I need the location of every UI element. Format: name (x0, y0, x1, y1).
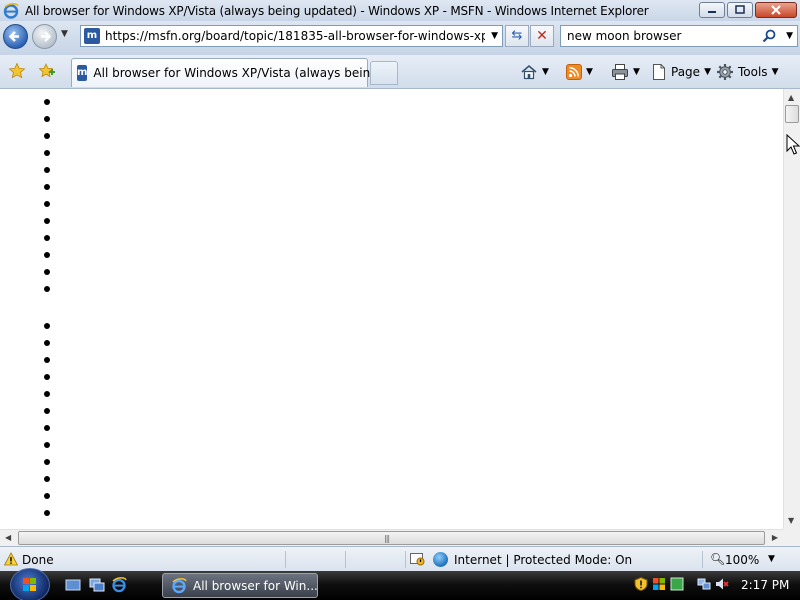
vertical-scroll-thumb[interactable] (785, 105, 799, 123)
forward-button[interactable] (32, 24, 57, 49)
scrollbar-corner (783, 529, 800, 546)
security-zone-text[interactable]: Internet | Protected Mode: On (454, 553, 632, 567)
site-favicon-icon: m (77, 65, 88, 81)
address-bar[interactable]: m https://msfn.org/board/topic/181835-al… (80, 25, 503, 47)
home-dropdown[interactable]: ▼ (542, 67, 549, 77)
tab-label: All browser for Windows XP/Vista (always… (93, 66, 394, 80)
command-bar: m All browser for Windows XP/Vista (alwa… (0, 55, 800, 89)
back-arrow-icon (8, 31, 19, 42)
page-icon (653, 64, 665, 80)
search-icon[interactable] (761, 28, 777, 44)
scroll-down-arrow-icon[interactable]: ▼ (788, 516, 794, 525)
mouse-cursor-icon (786, 134, 800, 155)
status-text: Done (22, 553, 54, 567)
home-button[interactable]: ▼ (520, 63, 549, 81)
page-menu[interactable]: Page ▼ (651, 63, 711, 81)
show-desktop-icon[interactable] (65, 577, 81, 593)
system-clock[interactable]: 2:17 PM (741, 578, 789, 592)
search-options-dropdown[interactable]: ▼ (786, 31, 793, 41)
feeds-button[interactable]: ▼ (566, 63, 593, 81)
status-divider (285, 551, 286, 568)
minimize-button[interactable] (699, 2, 725, 18)
windows-update-icon[interactable] (652, 577, 666, 591)
status-divider (405, 551, 406, 568)
windows-defender-icon[interactable] (670, 577, 684, 591)
print-icon (612, 64, 628, 80)
page-menu-label: Page (671, 65, 701, 79)
taskbar-window-label: All browser for Win... (193, 578, 318, 593)
navigation-bar: ▼ m https://msfn.org/board/topic/181835-… (0, 21, 800, 55)
search-box[interactable]: new moon browser ▼ (560, 25, 798, 47)
switch-windows-icon[interactable] (89, 577, 105, 593)
volume-muted-icon[interactable] (715, 577, 729, 591)
page-content (0, 89, 783, 529)
globe-icon (433, 552, 448, 567)
taskbar: All browser for Win... 2:17 PM (0, 568, 800, 600)
window-title: All browser for Windows XP/Vista (always… (25, 3, 649, 18)
forward-arrow-icon (41, 31, 52, 42)
taskbar-window-button[interactable]: All browser for Win... (162, 573, 318, 598)
tools-menu[interactable]: Tools ▼ (716, 63, 778, 81)
close-button[interactable] (755, 2, 797, 18)
status-bar: Done Internet | Protected Mode: On 🔍︎ 10… (0, 546, 800, 571)
address-dropdown[interactable]: ▼ (491, 31, 498, 41)
title-bar: All browser for Windows XP/Vista (always… (0, 0, 800, 21)
refresh-icon: ⇆ (511, 28, 523, 43)
search-input[interactable]: new moon browser (567, 29, 763, 43)
home-icon (521, 64, 537, 80)
window-controls (699, 2, 797, 18)
tools-dropdown[interactable]: ▼ (772, 67, 779, 77)
scroll-up-arrow-icon[interactable]: ▲ (788, 93, 794, 102)
tab-active[interactable]: m All browser for Windows XP/Vista (alwa… (71, 58, 393, 87)
start-button[interactable] (10, 568, 50, 600)
scroll-right-arrow-icon[interactable]: ▶ (772, 533, 778, 542)
address-input[interactable]: https://msfn.org/board/topic/181835-all-… (105, 29, 485, 43)
print-dropdown[interactable]: ▼ (633, 67, 640, 77)
horizontal-scroll-thumb[interactable]: ||| (18, 531, 765, 545)
tools-menu-label: Tools (738, 65, 768, 79)
maximize-button[interactable] (727, 2, 753, 18)
stop-icon: ✕ (536, 28, 548, 44)
rss-feed-icon (566, 64, 582, 80)
page-dropdown[interactable]: ▼ (704, 67, 711, 77)
internet-explorer-icon[interactable] (111, 577, 127, 593)
scroll-grip-icon: ||| (384, 534, 390, 543)
favorites-star-icon[interactable] (8, 62, 26, 80)
recent-pages-dropdown[interactable]: ▼ (61, 29, 68, 39)
refresh-button[interactable]: ⇆ (505, 25, 529, 47)
new-tab-button[interactable] (370, 61, 398, 85)
feeds-dropdown[interactable]: ▼ (586, 67, 593, 77)
scroll-left-arrow-icon[interactable]: ◀ (5, 533, 11, 542)
site-favicon-icon: m (84, 28, 100, 44)
add-favorite-icon[interactable] (37, 62, 55, 80)
print-button[interactable]: ▼ (611, 63, 640, 81)
stop-button[interactable]: ✕ (530, 25, 554, 47)
security-alert-icon[interactable] (634, 576, 648, 592)
back-button[interactable] (3, 24, 28, 49)
windows-logo-icon (23, 578, 36, 591)
gear-icon (717, 64, 733, 80)
security-lock-icon[interactable] (410, 552, 425, 566)
warning-icon (3, 552, 19, 566)
network-icon[interactable] (697, 577, 711, 591)
status-divider (345, 551, 346, 568)
zoom-level[interactable]: 100% (725, 553, 759, 567)
internet-explorer-icon (171, 577, 187, 594)
horizontal-scrollbar[interactable]: ◀ ||| ▶ (0, 529, 783, 546)
internet-explorer-icon (3, 2, 19, 19)
zoom-dropdown[interactable]: ▼ (768, 554, 775, 564)
zoom-icon: 🔍︎ (710, 552, 726, 566)
status-divider (702, 551, 703, 568)
